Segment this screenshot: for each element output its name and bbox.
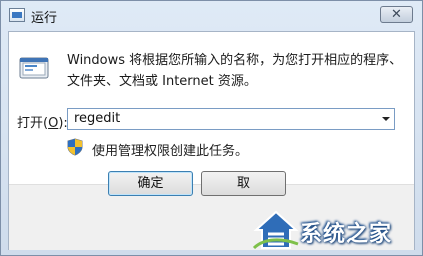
run-app-icon xyxy=(9,8,25,22)
dropdown-arrow-icon[interactable] xyxy=(382,117,390,121)
open-label-mnemonic: O xyxy=(48,116,59,131)
command-input[interactable]: regedit xyxy=(74,111,120,126)
watermark-text: 系统之家 xyxy=(300,222,393,247)
open-label-prefix: 打开( xyxy=(17,116,49,131)
title-bar[interactable]: 运行 ✕ xyxy=(1,1,422,31)
cancel-button[interactable]: 取 xyxy=(201,171,286,196)
run-program-icon xyxy=(19,57,49,79)
admin-privilege-note: 使用管理权限创建此任务。 xyxy=(92,144,249,159)
watermark-logo: 系统之家 xyxy=(250,204,423,256)
ok-button[interactable]: 确定 xyxy=(108,171,193,196)
house-logo-icon xyxy=(252,210,299,250)
window-title: 运行 xyxy=(31,11,58,26)
close-button[interactable]: ✕ xyxy=(380,6,413,23)
uac-shield-icon xyxy=(67,138,83,156)
command-combobox[interactable]: regedit xyxy=(67,108,395,130)
dialog-description: Windows 将根据您所输入的名称，为您打开相应的程序、文件夹、文档或 Int… xyxy=(67,53,403,89)
open-label: 打开(O): xyxy=(17,112,68,131)
